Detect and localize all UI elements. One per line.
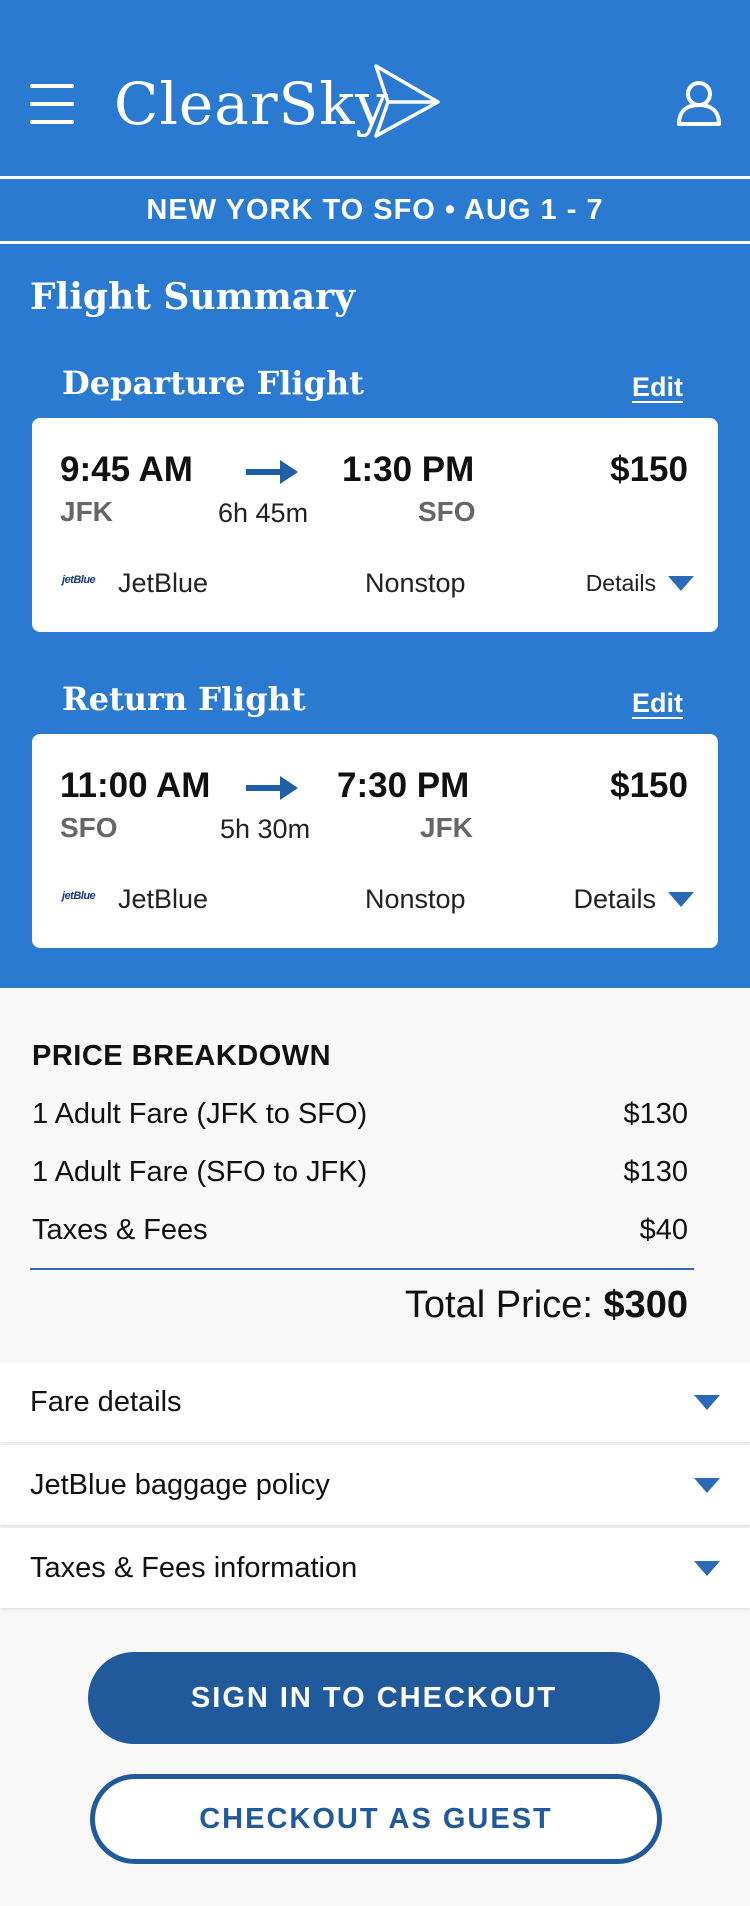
return-flight-card[interactable]: 11:00 AM 7:30 PM $150 SFO 5h 30m JFK jet… — [32, 734, 718, 948]
price-row-value: $130 — [623, 1156, 688, 1188]
details-label: Details — [573, 884, 656, 914]
divider — [30, 1268, 694, 1270]
paper-plane-icon — [374, 64, 440, 138]
sign-in-to-checkout-button[interactable]: SIGN IN TO CHECKOUT — [88, 1652, 660, 1744]
departure-flight-title: Departure Flight — [62, 364, 364, 402]
departure-time: 9:45 AM — [60, 450, 193, 489]
origin-airport: JFK — [60, 496, 113, 527]
price-row-label: 1 Adult Fare (SFO to JFK) — [32, 1156, 368, 1188]
flight-summary-title: Flight Summary — [30, 276, 355, 318]
chevron-down-icon — [668, 892, 694, 907]
price-row: 1 Adult Fare (JFK to SFO) $130 — [32, 1098, 688, 1131]
hamburger-menu-icon[interactable] — [30, 84, 74, 124]
details-label: Details — [585, 570, 656, 596]
app-logo-text: ClearSky — [114, 70, 390, 138]
accordion-taxes-fees-info[interactable]: Taxes & Fees information — [0, 1528, 750, 1608]
price-row: 1 Adult Fare (SFO to JFK) $130 — [32, 1156, 688, 1189]
right-arrow-icon — [246, 776, 298, 800]
user-icon[interactable] — [676, 80, 722, 126]
price-row-label: Taxes & Fees — [32, 1214, 208, 1246]
airline-name: JetBlue — [118, 568, 209, 598]
price-row: Taxes & Fees $40 — [32, 1214, 688, 1247]
chevron-down-icon — [668, 576, 694, 591]
accordion-label: Fare details — [30, 1385, 182, 1418]
app-header: ClearSky — [0, 0, 750, 176]
details-toggle[interactable]: Details — [573, 884, 694, 915]
return-flight-title: Return Flight — [62, 680, 306, 718]
departure-time: 11:00 AM — [60, 766, 211, 805]
stops-label: Nonstop — [365, 884, 466, 914]
accordion-label: Taxes & Fees information — [30, 1551, 358, 1584]
destination-airport: JFK — [420, 812, 473, 843]
accordion-baggage-policy[interactable]: JetBlue baggage policy — [0, 1445, 750, 1525]
total-price-label: Total Price: — [404, 1284, 593, 1326]
flight-price: $150 — [610, 766, 688, 805]
total-price-value: $300 — [603, 1284, 688, 1326]
details-toggle[interactable]: Details — [586, 570, 694, 597]
destination-airport: SFO — [418, 496, 476, 527]
edit-departure-link[interactable]: Edit — [632, 372, 683, 403]
flight-summary-panel: ClearSky NEW YORK TO SFO • AUG 1 - 7 Fli… — [0, 0, 750, 988]
route-banner: NEW YORK TO SFO • AUG 1 - 7 — [0, 176, 750, 244]
flight-duration: 6h 45m — [218, 498, 309, 528]
accordion-fare-details[interactable]: Fare details — [0, 1362, 750, 1442]
price-row-label: 1 Adult Fare (JFK to SFO) — [32, 1098, 368, 1130]
accordion-label: JetBlue baggage policy — [30, 1468, 330, 1501]
price-row-value: $40 — [639, 1214, 688, 1246]
airline-name: JetBlue — [118, 884, 209, 914]
chevron-down-icon — [694, 1394, 720, 1410]
right-arrow-icon — [246, 460, 298, 484]
chevron-down-icon — [694, 1560, 720, 1576]
price-breakdown-title: PRICE BREAKDOWN — [32, 1040, 332, 1072]
arrival-time: 1:30 PM — [342, 450, 475, 489]
price-row-value: $130 — [623, 1098, 688, 1130]
checkout-as-guest-button[interactable]: CHECKOUT AS GUEST — [90, 1774, 662, 1864]
stops-label: Nonstop — [365, 568, 466, 598]
jetblue-logo: jetBlue — [62, 574, 96, 586]
flight-price: $150 — [610, 450, 688, 489]
chevron-down-icon — [694, 1477, 720, 1493]
origin-airport: SFO — [60, 812, 118, 843]
jetblue-logo: jetBlue — [62, 890, 96, 902]
flight-duration: 5h 30m — [220, 814, 311, 844]
edit-return-link[interactable]: Edit — [632, 688, 683, 719]
total-price: Total Price: $300 — [405, 1284, 688, 1327]
arrival-time: 7:30 PM — [337, 766, 470, 805]
departure-flight-card[interactable]: 9:45 AM 1:30 PM $150 JFK 6h 45m SFO jetB… — [32, 418, 718, 632]
